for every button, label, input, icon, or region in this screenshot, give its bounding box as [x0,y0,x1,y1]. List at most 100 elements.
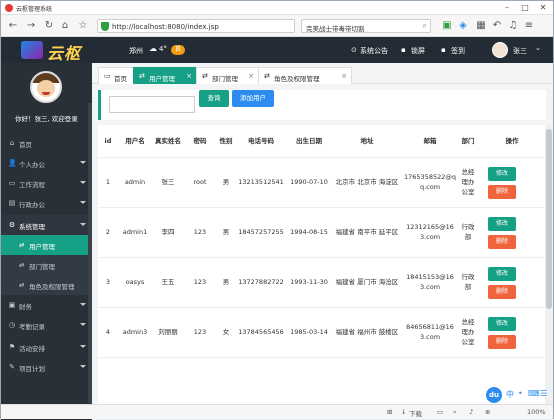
chevron-down-icon[interactable]: ⌄ [535,44,541,52]
sidebar-profile: 你好！张三, 欢迎登录 [1,63,92,129]
lock-screen-link[interactable]: 锁屏 [411,46,425,56]
sidebar-item-label: 首页 [19,141,32,149]
skin-icon[interactable]: ☰ [540,389,547,398]
delete-button[interactable]: 删除 [488,185,516,199]
delete-button[interactable]: 删除 [488,335,516,349]
col-realname: 真实姓名 [152,125,184,158]
cell-password: root [184,157,216,208]
minimize-icon[interactable]: – [501,3,513,13]
cell-birthdate: 1994-08-15 [286,207,332,258]
zoom-level[interactable]: 100% [527,408,546,416]
edit-button[interactable]: 修改 [488,167,516,181]
zoom-icon[interactable]: ⊕ [485,408,490,416]
content-scrollbar[interactable] [545,125,553,404]
table-row: 3 oasys 王五 123 男 13727882722 1993-11-30 … [98,257,546,308]
air-quality-badge: 良 [171,45,186,55]
notice-icon[interactable]: ⊙ [351,46,357,54]
sidebar-item-system-management[interactable]: ⚙ 系统管理 [1,215,92,235]
sidebar-item-attendance[interactable]: ◷ 考勤记录 [1,315,92,335]
edit-button[interactable]: 修改 [488,217,516,231]
table-row: 4 admin3 刘丽丽 123 女 13784565456 1985-03-1… [98,307,546,358]
sidebar-item-label: 财务 [19,303,32,311]
browser-search-box[interactable]: 完美战士带毒带切割 ⌕ [301,19,431,33]
close-tab-icon[interactable]: × [248,72,254,80]
refresh-icon[interactable]: ↻ [43,20,55,32]
close-tab-icon[interactable]: × [186,72,192,80]
flag-icon: ⚑ [8,343,16,351]
menu-icon[interactable]: ≡ [523,20,535,32]
browser-status-bar: ⊞ ↓ 下载 ▭ ⌕ ♪ ⊕ 100% [1,404,553,419]
home-icon[interactable]: ⌂ [59,20,71,32]
sidebar-item-workflow[interactable]: ▭ 工作流程 [1,173,92,193]
header-username[interactable]: 张三 [513,46,527,56]
extension-icon[interactable]: ▣ [441,20,453,32]
chinese-mode-icon[interactable]: 中 [506,389,514,400]
query-button[interactable]: 查询 [199,90,229,107]
edit-button[interactable]: 修改 [488,267,516,281]
tab-department-management[interactable]: ⇄ 部门管理 × [196,67,259,84]
sidebar-subitem-label: 角色及权限管理 [29,283,75,291]
tab-role-permission[interactable]: ⇄ 角色及权限管理 × [258,67,352,84]
sidebar-item-personal-office[interactable]: 👤 个人办公 [1,153,92,173]
volume-icon[interactable]: ♪ [469,408,473,416]
sidebar-subitem-user-management[interactable]: ⇄ 用户管理 [1,235,92,255]
headset-icon[interactable]: ♫ [507,20,519,32]
close-tab-icon[interactable]: × [341,72,347,80]
tab-user-management[interactable]: ⇄ 用户管理 × [133,67,197,84]
tab-home[interactable]: ▭ 首页 [98,67,138,84]
cell-department: 行政部 [458,257,478,308]
finance-icon: ▣ [8,301,16,309]
user-avatar[interactable] [492,42,508,58]
cell-email: 1765358522@qq.com [402,157,458,208]
sidebar-subitem-label: 部门管理 [29,263,55,271]
delete-button[interactable]: 删除 [488,285,516,299]
add-user-button[interactable]: 添加用户 [232,90,274,107]
chevron-down-icon [80,303,86,306]
system-notice-link[interactable]: 系统公告 [360,46,388,56]
user-search-input[interactable] [109,96,195,113]
cell-username: admin [118,157,152,208]
page-icon[interactable]: ▭ [437,408,443,416]
sidebar-item-activities[interactable]: ⚑ 活动安排 [1,337,92,357]
sidebar-item-label: 行政办公 [19,201,45,209]
maximize-icon[interactable]: □ [519,3,531,13]
baidu-du-icon[interactable]: du [486,387,502,403]
undo-icon[interactable]: ↶ [491,20,503,32]
sidebar-subitem-role-permission[interactable]: ⇄ 角色及权限管理 [1,275,92,295]
download-label[interactable]: 下载 [409,408,422,418]
close-icon[interactable]: ✕ [537,3,549,13]
sidebar-item-finance[interactable]: ▣ 财务 [1,295,92,315]
exchange-icon: ⇄ [19,241,25,249]
sidebar-item-project-plan[interactable]: ✎ 项目计划 [1,357,92,377]
exchange-icon: ⇄ [264,72,270,80]
back-icon[interactable]: ← [7,20,19,32]
forward-icon[interactable]: → [25,20,37,32]
baidu-input-toolbar[interactable]: du 中 • ⌨ ☰ [486,387,552,403]
sidebar-subitem-department-management[interactable]: ⇄ 部门管理 [1,255,92,275]
magnifier-icon[interactable]: ⌕ [423,21,427,31]
download-icon[interactable]: ↓ [401,408,406,416]
clock-icon: ◷ [8,321,16,329]
cell-id: 1 [98,157,118,208]
delete-button[interactable]: 删除 [488,235,516,249]
edit-button[interactable]: 修改 [488,317,516,331]
address-bar[interactable]: http://localhost:8080/index.jsp [97,19,295,33]
keyboard-icon[interactable]: ⌨ [528,389,540,398]
tab-bar: ▭ 首页 ⇄ 用户管理 × ⇄ 部门管理 × ⇄ 角色及权限管理 × [92,67,553,84]
signin-icon[interactable]: ▪ [441,46,446,54]
sidebar-item-admin-office[interactable]: ▤ 行政办公 [1,193,92,213]
sidebar-item-home[interactable]: ⌂ 首页 [1,133,92,153]
lock-icon[interactable]: ▪ [401,46,406,54]
signin-link[interactable]: 签到 [451,46,465,56]
cell-address: 福建省 厦门市 海沧区 [332,257,402,308]
grid-icon[interactable]: ▦ [475,20,487,32]
browser-search-text: 完美战士带毒带切割 [306,25,365,33]
game-icon[interactable]: ◈ [457,20,469,32]
status-icon[interactable]: ⊞ [387,408,392,416]
favorite-star-icon[interactable]: ☆ [77,20,89,32]
scrollbar-thumb[interactable] [546,129,552,309]
punctuation-icon[interactable]: • [518,389,523,398]
cell-realname: 李四 [152,207,184,258]
search-status-icon[interactable]: ⌕ [453,408,457,417]
action-group: 修改 删除 [480,162,544,202]
